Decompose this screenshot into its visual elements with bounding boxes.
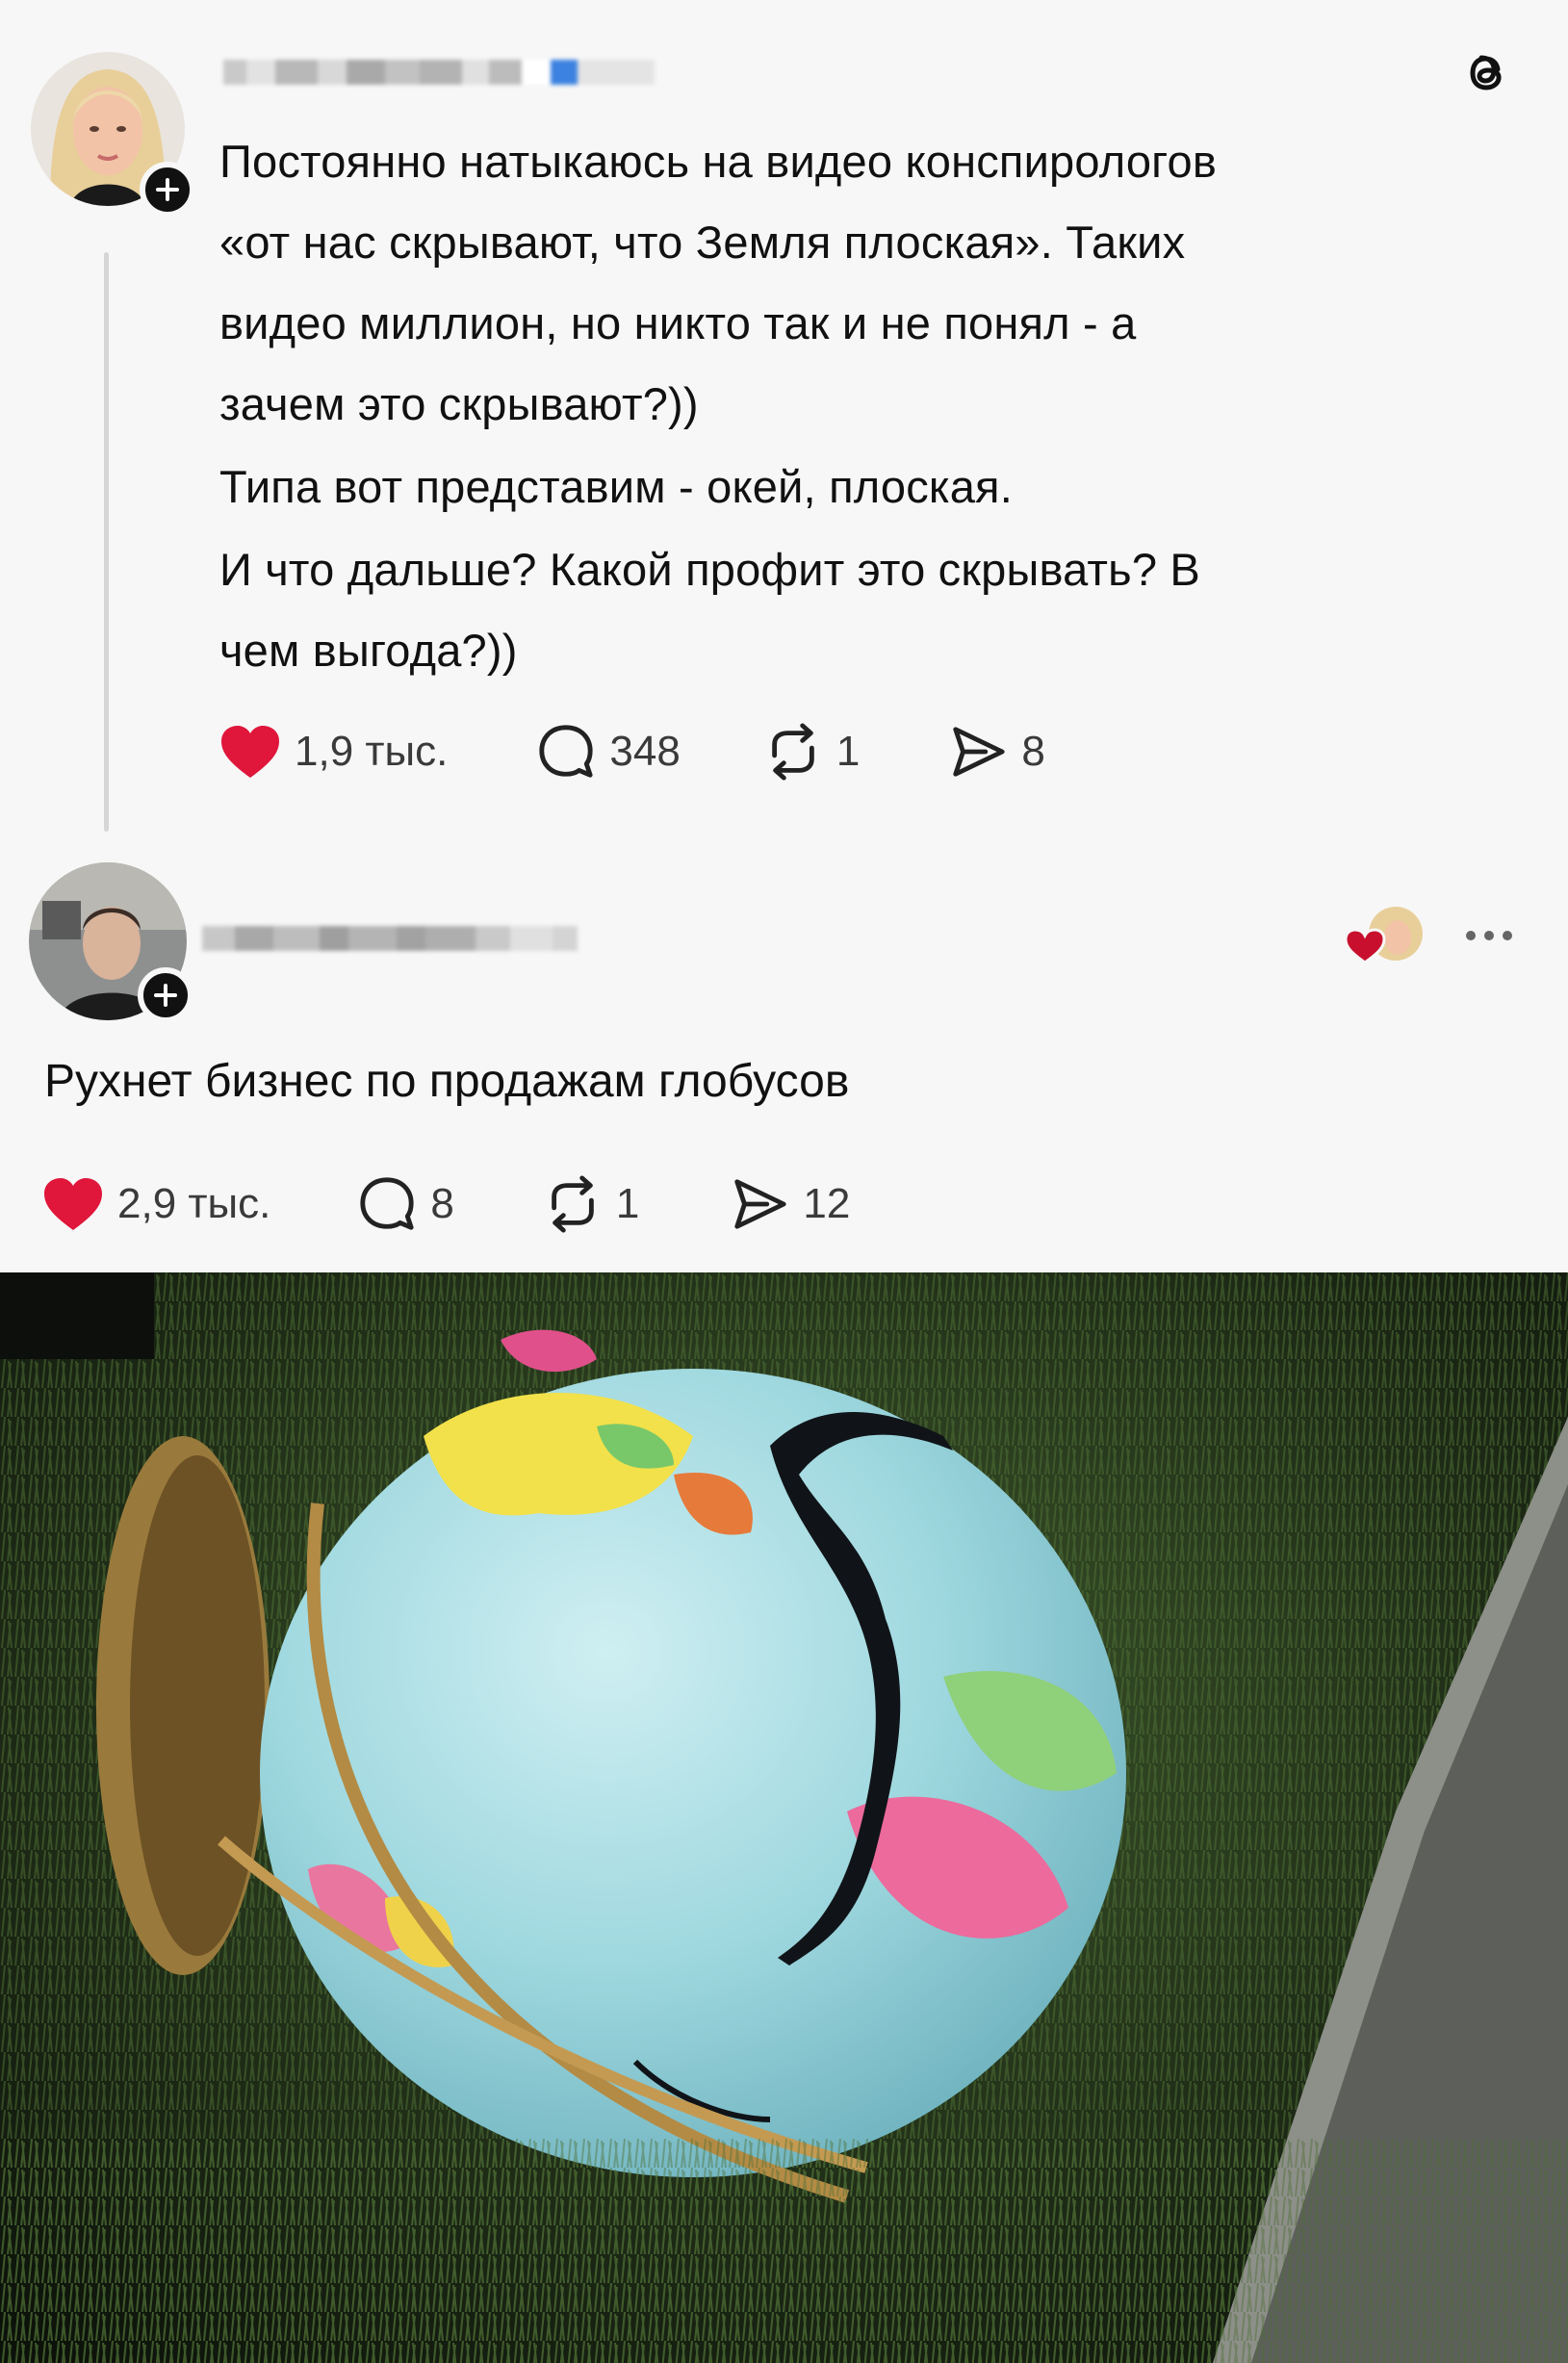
- share-count: 12: [803, 1180, 851, 1227]
- repost-count: 1: [835, 728, 861, 775]
- like-count: 1,9 тыс.: [295, 728, 449, 775]
- post-text-line: чем выгода?)): [219, 625, 518, 676]
- like-button[interactable]: 2,9 тыс.: [42, 1176, 270, 1232]
- post-text-line: «от нас скрывают, что Земля плоская». Та…: [219, 217, 1186, 268]
- heart-filled-icon: [221, 726, 279, 778]
- share-icon: [953, 727, 1005, 777]
- reply-body: Рухнет бизнес по продажам глобусов: [44, 1056, 850, 1107]
- repost-count: 1: [615, 1180, 640, 1227]
- repost-icon: [552, 1175, 594, 1233]
- follow-plus-button[interactable]: [140, 162, 195, 218]
- comment-count: 348: [609, 728, 681, 775]
- share-button[interactable]: 8: [948, 722, 1045, 782]
- plus-icon: [154, 984, 177, 1007]
- comment-count: 8: [430, 1180, 454, 1227]
- thread-connector-line: [104, 252, 109, 832]
- repost-button[interactable]: 1: [543, 1174, 639, 1234]
- post-text-line: зачем это скрывают?)): [219, 378, 699, 429]
- author-username-blurred[interactable]: [223, 60, 655, 85]
- reply-action-bar: 2,9 тыс. 8 1 12: [42, 1174, 850, 1234]
- heart-avatar-icon: [1344, 905, 1425, 968]
- post-text-line: Постоянно натыкаюсь на видео конспиролог…: [219, 136, 1217, 187]
- share-count: 8: [1021, 728, 1045, 775]
- more-dots-icon[interactable]: [1461, 924, 1517, 947]
- threads-logo-icon[interactable]: [1461, 44, 1513, 100]
- follow-plus-button[interactable]: [138, 967, 193, 1023]
- share-icon: [734, 1179, 786, 1229]
- post-text-line: И что дальше? Какой профит это скрывать?…: [219, 544, 1200, 595]
- plus-icon: [156, 178, 179, 201]
- comment-icon: [539, 725, 594, 778]
- repost-button[interactable]: 1: [763, 722, 860, 782]
- like-button[interactable]: 1,9 тыс.: [219, 724, 448, 780]
- like-count: 2,9 тыс.: [117, 1180, 271, 1227]
- comment-button[interactable]: 348: [536, 722, 681, 782]
- reply-username-blurred[interactable]: [202, 926, 578, 951]
- comment-icon: [360, 1177, 415, 1230]
- comment-button[interactable]: 8: [357, 1174, 454, 1234]
- repost-icon: [772, 723, 814, 781]
- attached-photo-broken-globe[interactable]: [0, 1272, 1568, 2363]
- post-text-line: Типа вот представим - окей, плоская.: [219, 461, 1013, 512]
- post-action-bar: 1,9 тыс. 348 1 8: [219, 722, 1045, 782]
- heart-filled-icon: [44, 1178, 102, 1230]
- post-body: Постоянно натыкаюсь на видео конспиролог…: [219, 121, 1509, 691]
- share-button[interactable]: 12: [730, 1174, 850, 1234]
- post-text-line: видео миллион, но никто так и не понял -…: [219, 297, 1137, 348]
